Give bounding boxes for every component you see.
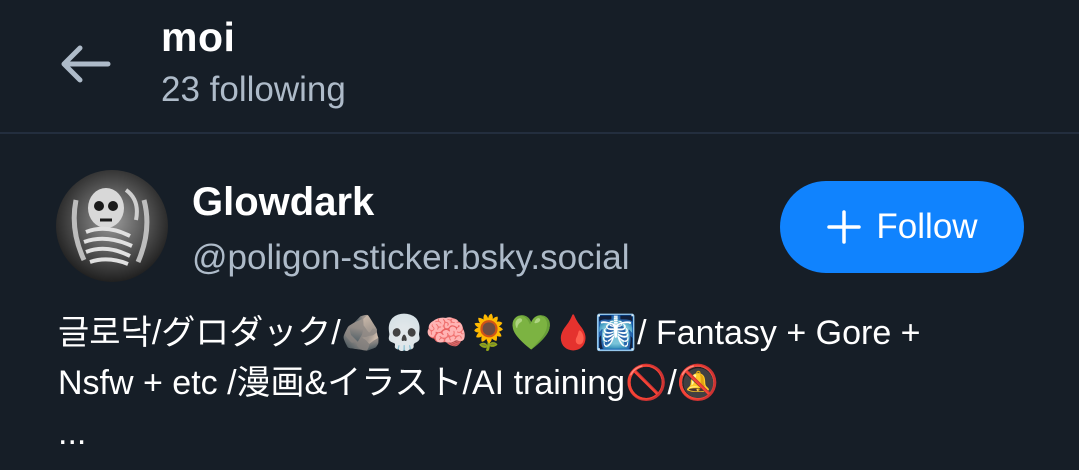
following-count: 23 following <box>161 70 346 109</box>
bio-line-1: 글로닥/グロダック/🪨💀🧠🌻💚🩸🩻/ Fantasy + Gore + <box>58 314 921 352</box>
bio-more-ellipsis[interactable]: ... <box>58 408 86 458</box>
profile-bio: 글로닥/グロダック/🪨💀🧠🌻💚🩸🩻/ Fantasy + Gore + Nsfw… <box>58 308 1048 408</box>
plus-icon <box>827 210 862 244</box>
follow-label: Follow <box>876 207 978 246</box>
skeleton-avatar-icon <box>56 170 168 282</box>
arrow-left-icon <box>61 45 111 83</box>
user-handle[interactable]: @poligon-sticker.bsky.social <box>192 238 630 278</box>
display-name[interactable]: Glowdark <box>192 180 374 225</box>
profile-card[interactable]: Glowdark @poligon-sticker.bsky.social Fo… <box>0 136 1079 470</box>
back-button[interactable] <box>52 36 116 92</box>
page-title: moi <box>161 14 236 60</box>
bio-line-2: Nsfw + etc /漫画&イラスト/AI training🚫/🔕 <box>58 364 720 402</box>
follow-button[interactable]: Follow <box>780 181 1024 273</box>
avatar[interactable] <box>56 170 168 282</box>
header-bar: moi 23 following <box>0 0 1079 134</box>
